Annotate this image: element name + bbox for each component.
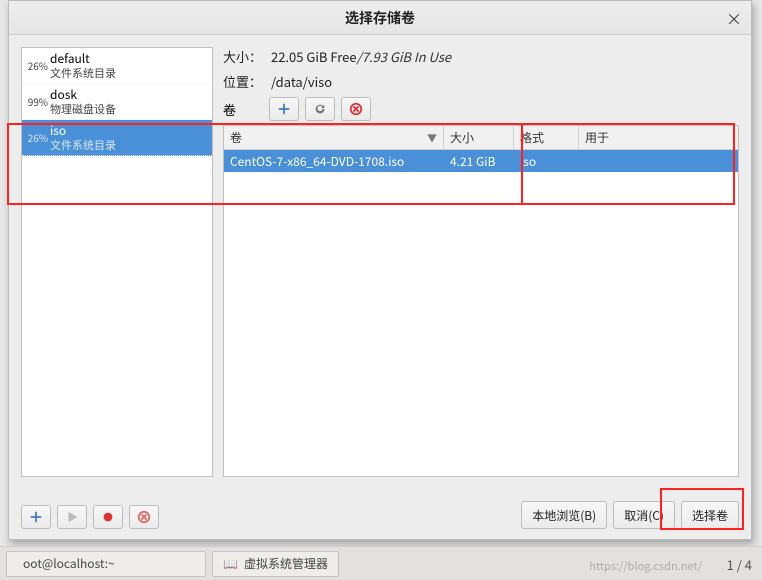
size-used: 7.93 GiB In Use	[362, 47, 451, 66]
table-row[interactable]: CentOS-7-x86_64-DVD-1708.iso4.21 GiBiso	[224, 150, 738, 172]
column-size-label: 大小	[450, 129, 474, 146]
vmm-icon: 📖	[223, 555, 238, 572]
taskbar-item-label: oot@localhost:~	[23, 555, 115, 572]
add-pool-button[interactable]	[21, 505, 51, 529]
plus-icon	[277, 102, 291, 116]
watermark: https://blog.csdn.net/	[589, 558, 702, 574]
pool-subtitle: 文件系统目录	[50, 66, 116, 80]
cell-used	[579, 158, 738, 164]
delete-pool-button[interactable]	[129, 505, 159, 529]
pool-item[interactable]: 26%default文件系统目录	[22, 48, 212, 84]
close-icon[interactable]: ×	[725, 9, 743, 27]
window-title: 选择存储卷	[345, 8, 415, 28]
footer-buttons: 本地浏览(B) 取消(C) 选择卷	[521, 501, 739, 529]
pool-subtitle: 物理磁盘设备	[50, 102, 116, 116]
size-row: 大小： 22.05 GiB Free / 7.93 GiB In Use	[223, 47, 739, 66]
location-row: 位置： /data/viso	[223, 72, 739, 91]
choose-volume-button[interactable]: 选择卷	[681, 501, 739, 529]
pool-percent: 26%	[24, 130, 48, 145]
volume-tool-row: 卷	[223, 97, 739, 121]
cancel-button[interactable]: 取消(C)	[613, 501, 675, 529]
titlebar: 选择存储卷 ×	[9, 1, 751, 35]
size-label: 大小：	[223, 47, 271, 66]
delete-icon	[137, 510, 151, 524]
cell-name: CentOS-7-x86_64-DVD-1708.iso	[224, 150, 444, 173]
column-format[interactable]: 格式	[514, 126, 579, 149]
pool-text: dosk物理磁盘设备	[50, 88, 116, 116]
pool-percent: 99%	[24, 94, 48, 109]
location-value: /data/viso	[271, 72, 332, 91]
size-free: 22.05 GiB Free	[271, 47, 357, 66]
content-area: 26%default文件系统目录99%dosk物理磁盘设备26%iso文件系统目…	[9, 35, 751, 489]
sort-arrow-icon: ▼	[427, 130, 437, 145]
pool-text: iso文件系统目录	[50, 124, 116, 152]
pool-percent: 26%	[24, 58, 48, 73]
column-volume[interactable]: 卷 ▼	[224, 126, 444, 149]
plus-icon	[29, 510, 43, 524]
pool-name: default	[50, 52, 116, 66]
record-icon	[101, 510, 115, 524]
stop-pool-button[interactable]	[93, 505, 123, 529]
refresh-button[interactable]	[305, 97, 335, 121]
start-pool-button[interactable]	[57, 505, 87, 529]
page-indicator: 1 / 4	[727, 555, 752, 574]
pool-name: iso	[50, 124, 116, 138]
browse-local-button[interactable]: 本地浏览(B)	[521, 501, 607, 529]
play-icon	[65, 510, 79, 524]
taskbar-item[interactable]: 📖 虚拟系统管理器	[212, 551, 339, 577]
column-used-label: 用于	[585, 129, 609, 146]
volume-table[interactable]: 卷 ▼ 大小 格式 用于 CentOS-7-x86_64-DVD-1708.is…	[223, 125, 739, 477]
cell-format: iso	[514, 150, 579, 173]
pool-item[interactable]: 26%iso文件系统目录	[22, 120, 212, 156]
volume-table-header: 卷 ▼ 大小 格式 用于	[224, 126, 738, 150]
storage-pool-list[interactable]: 26%default文件系统目录99%dosk物理磁盘设备26%iso文件系统目…	[21, 47, 213, 477]
refresh-icon	[313, 102, 327, 116]
delete-volume-button[interactable]	[341, 97, 371, 121]
taskbar-item[interactable]: oot@localhost:~	[6, 551, 206, 577]
pool-text: default文件系统目录	[50, 52, 116, 80]
column-used[interactable]: 用于	[579, 126, 738, 149]
location-label: 位置：	[223, 72, 271, 91]
column-size[interactable]: 大小	[444, 126, 514, 149]
delete-icon	[349, 102, 363, 116]
volume-toolbar-label: 卷	[223, 100, 263, 119]
column-format-label: 格式	[520, 129, 544, 146]
pool-name: dosk	[50, 88, 116, 102]
add-volume-button[interactable]	[269, 97, 299, 121]
cell-size: 4.21 GiB	[444, 150, 514, 173]
right-pane: 大小： 22.05 GiB Free / 7.93 GiB In Use 位置：…	[223, 47, 739, 477]
pool-item[interactable]: 99%dosk物理磁盘设备	[22, 84, 212, 120]
taskbar-item-label: 虚拟系统管理器	[244, 555, 328, 572]
column-volume-label: 卷	[230, 129, 242, 146]
volume-table-body: CentOS-7-x86_64-DVD-1708.iso4.21 GiBiso	[224, 150, 738, 172]
dialog-window: 选择存储卷 × 26%default文件系统目录99%dosk物理磁盘设备26%…	[8, 0, 752, 540]
pool-subtitle: 文件系统目录	[50, 138, 116, 152]
left-footer-toolbar	[21, 505, 159, 529]
